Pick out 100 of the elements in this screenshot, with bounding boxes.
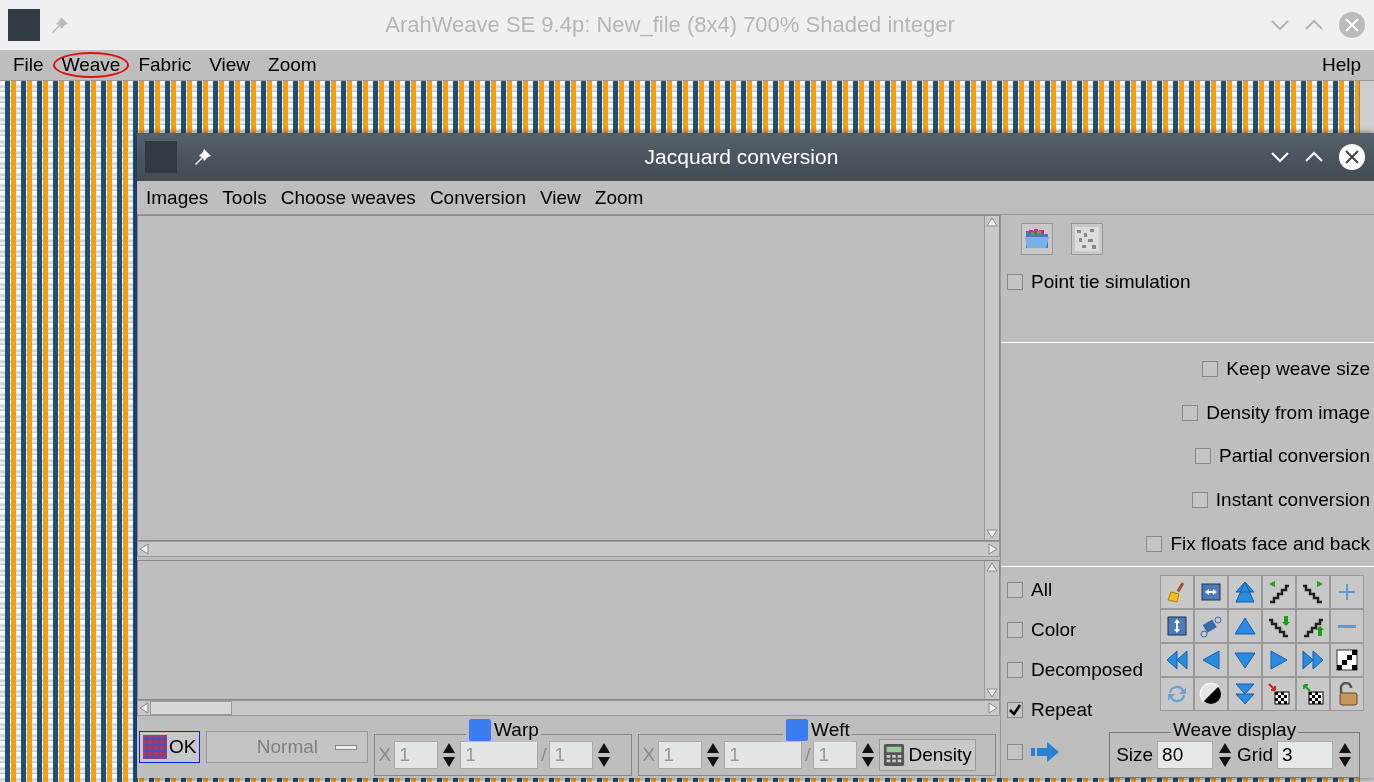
noise-pattern-icon (1075, 227, 1099, 251)
right-arrow-icon[interactable] (1031, 740, 1061, 764)
checkbox[interactable] (1007, 702, 1023, 718)
pattern-button[interactable] (1071, 223, 1103, 255)
minus-icon (1338, 624, 1356, 628)
stairs-arrow-icon (1267, 614, 1291, 638)
checkbox[interactable] (1146, 536, 1163, 553)
checker-grid-icon (1335, 648, 1359, 672)
group-title: Weave display (1172, 719, 1297, 741)
checkbox-label: Color (1031, 619, 1077, 641)
separator: / (541, 744, 547, 766)
group-title: Warp (494, 719, 539, 741)
ok-button[interactable]: OK (139, 731, 201, 763)
checkbox[interactable] (1202, 360, 1219, 377)
separator: / (805, 744, 811, 766)
app-icon (8, 9, 40, 41)
size-label: Size (1116, 744, 1154, 766)
scroll-left-icon[interactable] (138, 702, 150, 714)
menu-item[interactable]: Fabric (129, 52, 201, 78)
double-right-arrow-icon (1301, 648, 1325, 672)
fabric-icon (143, 735, 167, 759)
spin-button[interactable] (441, 741, 458, 769)
double-down-arrow-icon (1233, 682, 1257, 706)
grid-label: Grid (1237, 744, 1273, 766)
menu-item[interactable]: View (200, 52, 260, 78)
menu-item[interactable]: View (533, 186, 588, 209)
tool-button[interactable] (1296, 575, 1330, 609)
tool-button[interactable] (1194, 677, 1228, 711)
checkbox[interactable] (1007, 744, 1023, 760)
menu-item[interactable]: Zoom (259, 52, 326, 78)
tool-button[interactable] (1296, 677, 1330, 711)
menu-item[interactable]: Help (1312, 52, 1370, 78)
grid-field[interactable]: 3 (1277, 741, 1333, 769)
spin-button[interactable] (860, 741, 877, 769)
scroll-up-icon[interactable] (986, 216, 998, 228)
scroll-right-icon[interactable] (987, 543, 999, 555)
tool-button[interactable] (1330, 643, 1364, 677)
folder-icon (1024, 227, 1050, 251)
checkbox-label: Fix floats face and back (1170, 533, 1370, 556)
open-folder-button[interactable] (1021, 223, 1053, 255)
stairs-arrow-icon (1301, 580, 1325, 604)
checkbox-label: Keep weave size (1226, 357, 1370, 380)
menu-item[interactable]: Tools (215, 186, 274, 209)
vertical-arrows-icon (1165, 614, 1189, 638)
half-circle-icon (1199, 682, 1223, 706)
scroll-right-icon[interactable] (987, 702, 999, 714)
menu-item[interactable]: Conversion (422, 186, 533, 209)
tool-button[interactable] (1262, 575, 1296, 609)
checkbox[interactable] (1007, 622, 1023, 638)
menu-item[interactable]: Choose weaves (273, 186, 423, 209)
close-icon[interactable] (1338, 143, 1366, 171)
double-left-arrow-icon (1165, 648, 1189, 672)
tool-button[interactable] (1194, 575, 1228, 609)
scroll-left-icon[interactable] (138, 543, 150, 555)
spin-button[interactable] (1217, 741, 1234, 769)
checkbox-label: Density from image (1206, 401, 1370, 424)
double-up-arrow-icon (1233, 580, 1257, 604)
pin-icon[interactable] (193, 147, 213, 167)
stairs-arrow-icon (1267, 580, 1291, 604)
menu-item[interactable]: Images (139, 186, 216, 209)
vertical-scrollbar[interactable] (984, 561, 999, 699)
spin-button[interactable] (1337, 741, 1353, 769)
checker-arrow-icon (1267, 682, 1291, 706)
tool-button[interactable] (1262, 677, 1296, 711)
checkbox-label: Partial conversion (1218, 445, 1370, 468)
weft-threads-icon (785, 718, 810, 742)
warp-threads-icon (468, 718, 493, 742)
checkbox[interactable] (1007, 274, 1023, 290)
checkbox[interactable] (1191, 492, 1208, 509)
group-title: Weft (811, 719, 850, 741)
tool-button[interactable] (1160, 609, 1194, 643)
spin-button[interactable] (596, 741, 613, 769)
menu-item[interactable]: File (4, 52, 53, 78)
menu-item[interactable]: Zoom (587, 186, 651, 209)
density-button[interactable]: Density (879, 739, 976, 771)
horizontal-arrows-icon (1199, 580, 1223, 604)
size-field[interactable]: 80 (1157, 741, 1214, 769)
checkbox-label: Repeat (1031, 699, 1093, 721)
checker-arrow-icon (1301, 682, 1325, 706)
window-title: ArahWeave SE 9.4p: New_file (8x4) 700% Shaded integer (384, 12, 956, 38)
horizontal-scrollbar[interactable] (137, 541, 1000, 557)
tool-button[interactable] (1296, 609, 1330, 643)
checkbox-label: Point tie simulation (1031, 271, 1191, 293)
calculator-icon (883, 743, 906, 767)
checkbox-label: Instant conversion (1215, 489, 1370, 512)
checkbox-label: All (1031, 579, 1053, 601)
checkbox[interactable] (1007, 582, 1023, 598)
app-icon (145, 141, 177, 173)
horizontal-scrollbar[interactable] (137, 700, 1000, 716)
rotate-squares-icon (1199, 614, 1223, 638)
checkbox[interactable] (1007, 662, 1023, 678)
checkbox[interactable] (1182, 404, 1199, 421)
scroll-up-icon[interactable] (986, 561, 998, 573)
spin-button[interactable] (705, 741, 722, 769)
menu-item[interactable]: Weave (52, 52, 130, 78)
checkmark-icon (1008, 703, 1022, 717)
tool-button[interactable] (1262, 609, 1296, 643)
dialog-title: Jacquard conversion (643, 145, 840, 169)
checkbox[interactable] (1194, 448, 1211, 465)
vertical-scrollbar[interactable] (984, 216, 999, 540)
